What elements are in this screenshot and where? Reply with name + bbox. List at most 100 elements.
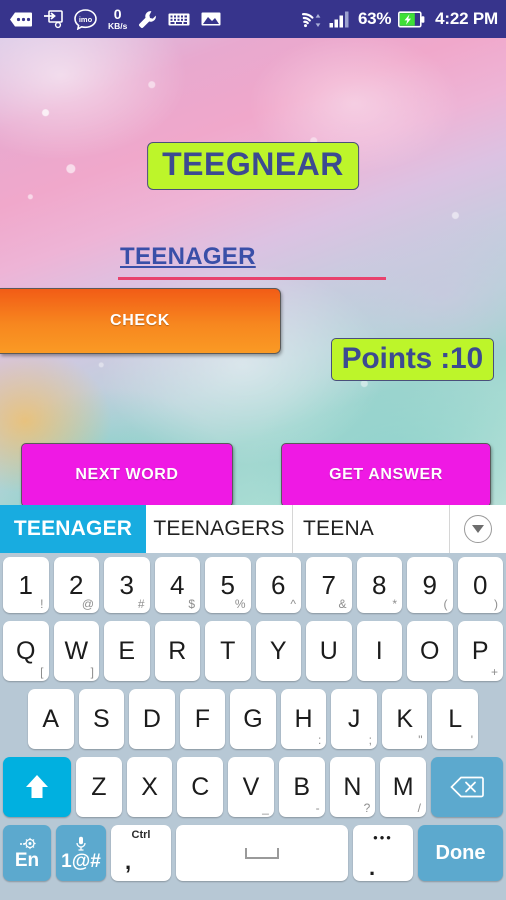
key-label: Y <box>269 636 287 665</box>
key-label: 2 <box>69 569 84 600</box>
key-x[interactable]: X <box>126 757 173 817</box>
microphone-icon <box>76 836 86 851</box>
keyboard-row-asdf: A S D F G H: J; K " L ' <box>0 685 506 753</box>
key-m[interactable]: M / <box>380 757 427 817</box>
symbols-key[interactable]: 1@# <box>56 825 106 881</box>
key-z[interactable]: Z <box>75 757 122 817</box>
key-n[interactable]: N? <box>329 757 376 817</box>
status-bar: imo 0 KB/s 63% 4:22 PM <box>0 0 506 38</box>
chevron-down-icon <box>464 515 492 543</box>
key-l[interactable]: L ' <box>432 689 479 749</box>
done-key[interactable]: Done <box>418 825 503 881</box>
key-label: 9 <box>422 569 437 600</box>
key-7[interactable]: 7 & <box>306 557 352 613</box>
key-j[interactable]: J; <box>331 689 377 749</box>
key-q[interactable]: Q[ <box>3 621 49 681</box>
key-i[interactable]: I <box>356 621 402 681</box>
key-sublabel: " <box>418 733 423 747</box>
key-sublabel: ) <box>494 597 498 611</box>
battery-charging-icon <box>398 10 425 28</box>
key-6[interactable]: 6 ^ <box>255 557 301 613</box>
suggestion-item-1[interactable]: TEENAGERS <box>146 505 293 553</box>
key-c[interactable]: C <box>177 757 224 817</box>
key-label: A <box>42 704 60 733</box>
key-g[interactable]: G <box>230 689 276 749</box>
key-sublabel: ^ <box>290 597 296 611</box>
keyboard-row-qwerty: Q[ W] E R T Y U I O P + <box>0 617 506 685</box>
next-word-button[interactable]: NEXT WORD <box>21 443 233 505</box>
key-sublabel: / <box>417 801 422 815</box>
key-b[interactable]: B- <box>278 757 325 817</box>
key-w[interactable]: W] <box>53 621 99 681</box>
period-key[interactable]: ••• . <box>353 825 413 881</box>
answer-underline <box>118 277 386 280</box>
key-label: 1 <box>18 569 33 600</box>
suggestion-item-2[interactable]: TEENA <box>293 505 450 553</box>
key-label: D <box>142 704 161 733</box>
more-tag-icon <box>10 12 32 26</box>
key-sublabel: ' <box>470 733 474 747</box>
svg-text:imo: imo <box>79 15 93 24</box>
key-sublabel: ; <box>368 733 372 747</box>
answer-input[interactable]: TEENAGER <box>118 243 386 277</box>
suggestions-expand-button[interactable] <box>450 505 506 553</box>
key-label: R <box>168 636 187 665</box>
key-sublabel: & <box>338 597 347 611</box>
key-0[interactable]: 0) <box>457 557 503 613</box>
comma-key[interactable]: Ctrl , <box>111 825 171 881</box>
key-t[interactable]: T <box>205 621 251 681</box>
check-button[interactable]: CHECK <box>0 288 281 354</box>
suggestion-item-0[interactable]: TEENAGER <box>0 505 146 553</box>
key-label: Q <box>16 636 36 665</box>
backspace-key[interactable] <box>431 757 504 817</box>
key-s[interactable]: S <box>78 689 125 749</box>
key-label: C <box>191 772 210 801</box>
keyboard-icon <box>168 13 190 25</box>
symbols-key-label: 1@# <box>61 850 101 872</box>
key-sublabel: % <box>234 597 246 611</box>
key-sublabel: : <box>318 733 322 747</box>
key-4[interactable]: 4 $ <box>154 557 200 613</box>
key-label: T <box>220 636 236 665</box>
comma-key-top-label: Ctrl <box>131 829 151 841</box>
key-e[interactable]: E <box>104 621 150 681</box>
key-sublabel: [ <box>40 665 44 679</box>
shift-key[interactable] <box>2 757 71 817</box>
key-d[interactable]: D <box>129 689 175 749</box>
game-area: TEEGNEAR TEENAGER CHECK Points :10 NEXT … <box>0 38 506 505</box>
key-1[interactable]: 1! <box>3 557 49 613</box>
key-sublabel: $ <box>188 597 195 611</box>
key-3[interactable]: 3 # <box>104 557 150 613</box>
keyboard-row-bottom: En 1@# Ctrl , ••• . Done <box>0 821 506 888</box>
period-key-top-label: ••• <box>373 830 393 845</box>
key-label: 7 <box>321 569 336 600</box>
key-a[interactable]: A <box>27 689 74 749</box>
key-r[interactable]: R <box>154 621 200 681</box>
language-key[interactable]: En <box>3 825 51 881</box>
key-h[interactable]: H: <box>280 689 327 749</box>
key-f[interactable]: F <box>179 689 226 749</box>
key-sublabel: * <box>392 597 397 611</box>
key-label: B <box>293 772 311 801</box>
comma-key-label: , <box>125 849 132 874</box>
get-answer-button[interactable]: GET ANSWER <box>281 443 491 505</box>
key-v[interactable]: V _ <box>228 757 274 817</box>
key-label: K <box>396 704 414 733</box>
answer-field[interactable]: TEENAGER <box>118 243 386 280</box>
key-p[interactable]: P + <box>457 621 503 681</box>
key-sublabel: + <box>490 665 498 679</box>
key-8[interactable]: 8 * <box>356 557 402 613</box>
key-label: 0 <box>473 569 488 600</box>
key-2[interactable]: 2 @ <box>53 557 99 613</box>
key-label: X <box>141 772 158 801</box>
spacebar-icon <box>245 847 279 859</box>
space-key[interactable] <box>176 825 348 881</box>
key-label: L <box>448 704 463 733</box>
key-o[interactable]: O <box>407 621 453 681</box>
key-5[interactable]: 5% <box>205 557 251 613</box>
key-u[interactable]: U <box>306 621 352 681</box>
key-sublabel: _ <box>262 801 269 815</box>
key-9[interactable]: 9( <box>407 557 453 613</box>
key-y[interactable]: Y <box>255 621 301 681</box>
key-k[interactable]: K " <box>381 689 428 749</box>
